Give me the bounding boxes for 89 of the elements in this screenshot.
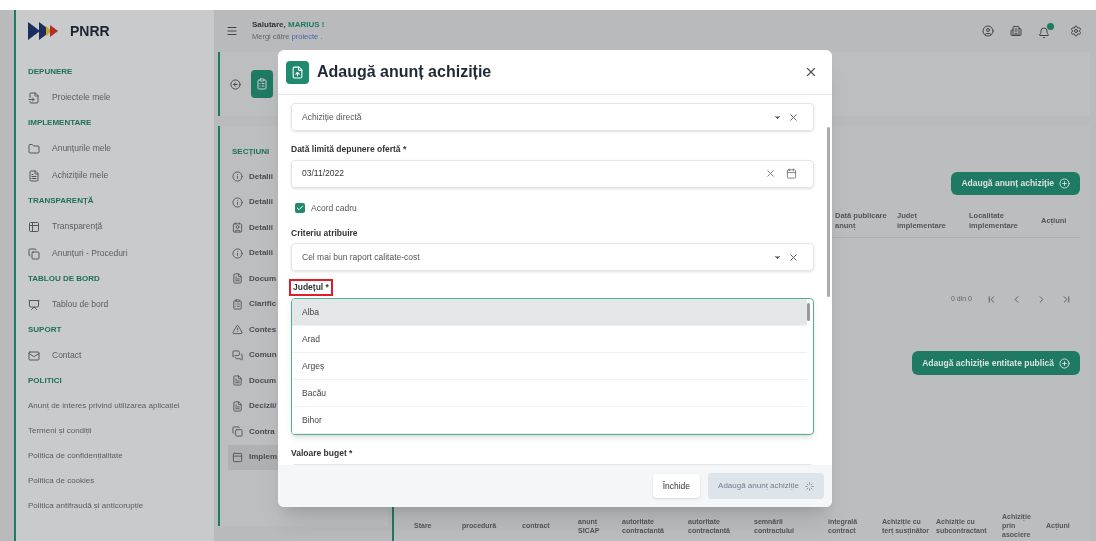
- last-page-icon[interactable]: [1061, 294, 1072, 305]
- dropdown-option[interactable]: Bacău: [292, 380, 807, 407]
- section-icon: [232, 451, 243, 463]
- sidebar-item[interactable]: Transparență: [16, 213, 214, 240]
- sidebar-item[interactable]: Achizițiile mele: [16, 162, 214, 189]
- section-item[interactable]: Contes: [228, 317, 288, 343]
- checkbox[interactable]: [295, 203, 305, 214]
- dropdown-option[interactable]: Alba: [292, 299, 807, 326]
- section-heading: SUPORT: [27, 324, 63, 336]
- sidebar-item[interactable]: Contact: [16, 342, 214, 369]
- settings-icon[interactable]: [1070, 25, 1082, 37]
- item-icon: [28, 349, 40, 362]
- menu-icon[interactable]: [226, 25, 238, 37]
- item-icon: [28, 142, 40, 155]
- dropdown-option[interactable]: Bihor: [292, 407, 807, 434]
- sidebar-item[interactable]: Proiectele mele: [16, 84, 214, 111]
- section-icon: [232, 324, 243, 336]
- section-heading: POLITICI: [27, 375, 63, 387]
- section-item[interactable]: Detalii: [228, 215, 288, 241]
- select-field[interactable]: Achiziție directă: [291, 103, 814, 131]
- section-item[interactable]: Docum: [228, 368, 288, 394]
- section-item[interactable]: Detalii: [228, 240, 288, 266]
- checkbox-label: Acord cadru: [311, 201, 357, 215]
- field-label: Criteriu atribuire: [291, 226, 358, 240]
- sections-heading: SECȚIUNI: [231, 146, 270, 158]
- section-icon: [232, 273, 243, 285]
- policy-link[interactable]: Politica de cookies: [16, 468, 214, 493]
- field-label: Valoare buget *: [291, 447, 353, 460]
- section-icon: [232, 349, 243, 361]
- dropdown-option[interactable]: Argeș: [292, 353, 807, 380]
- logo-text: PNRR: [70, 21, 110, 41]
- buildings-icon[interactable]: [1010, 25, 1022, 37]
- greeting: Salutare, MARIUS !: [252, 19, 325, 32]
- item-icon: [28, 169, 40, 182]
- close-icon[interactable]: [804, 65, 818, 79]
- policy-link[interactable]: Politica de confidențialitate: [16, 443, 214, 468]
- section-item[interactable]: Contra: [228, 419, 288, 445]
- item-icon: [28, 91, 40, 104]
- select-field[interactable]: Cel mai bun raport calitate-cost: [291, 243, 814, 272]
- item-icon: [28, 220, 40, 233]
- sidebar-item[interactable]: Anunțurile mele: [16, 135, 214, 162]
- user-icon[interactable]: [982, 25, 994, 37]
- section-icon: [232, 222, 243, 234]
- spinner-icon: [805, 481, 814, 491]
- sidebar-item[interactable]: Tablou de bord: [16, 291, 214, 318]
- section-icon: [232, 400, 243, 412]
- clipboard-icon: [251, 70, 273, 98]
- clear-icon[interactable]: [788, 251, 799, 263]
- section-heading: TABLOU DE BORD: [27, 273, 101, 285]
- section-item[interactable]: Detalii: [228, 164, 288, 190]
- modal-title: Adaugă anunț achiziție: [317, 62, 492, 82]
- dropdown-option[interactable]: Arad: [292, 326, 807, 353]
- section-item[interactable]: Decizii/: [228, 393, 288, 419]
- section-item[interactable]: Detalii: [228, 189, 288, 215]
- section-heading: DEPUNERE: [27, 66, 74, 78]
- policy-link[interactable]: Politica antifraudă și anticorupție: [16, 493, 214, 518]
- section-heading: TRANSPARENȚĂ: [27, 195, 95, 207]
- section-icon: [232, 171, 243, 183]
- clear-icon[interactable]: [765, 168, 776, 180]
- clear-icon[interactable]: [788, 111, 799, 123]
- policy-link[interactable]: Anunț de interes privind utilizarea aplicației: [16, 393, 214, 418]
- section-icon: [232, 247, 243, 259]
- scrollbar[interactable]: [827, 127, 830, 297]
- first-page-icon[interactable]: [986, 294, 997, 305]
- section-heading: IMPLEMENTARE: [27, 117, 93, 129]
- plus-icon: [1059, 178, 1070, 189]
- section-item[interactable]: Clarific: [228, 291, 288, 317]
- policy-link[interactable]: Termeni și condiții: [16, 418, 214, 443]
- field-label: Dată limită depunere ofertă *: [291, 143, 407, 156]
- section-item[interactable]: Docum: [228, 266, 288, 292]
- back-icon[interactable]: [230, 78, 241, 90]
- section-icon: [232, 196, 243, 208]
- field-label: Județul *: [291, 281, 331, 294]
- item-icon: [28, 298, 40, 311]
- section-icon: [232, 426, 243, 438]
- document-icon: [286, 60, 309, 84]
- section-icon: [232, 298, 243, 310]
- add-announcement-button[interactable]: Adaugă anunț achiziție: [951, 172, 1080, 195]
- section-icon: [232, 375, 243, 387]
- add-acquisition-button[interactable]: Adaugă achiziție entitate publică: [912, 351, 1080, 375]
- calendar-icon[interactable]: [786, 168, 797, 180]
- date-field[interactable]: 03/11/2022: [291, 159, 814, 188]
- sidebar-item[interactable]: Anunțuri - Proceduri: [16, 240, 214, 267]
- close-button[interactable]: Închide: [652, 474, 701, 498]
- scrollbar[interactable]: [807, 303, 810, 321]
- section-item[interactable]: Comun: [228, 342, 288, 368]
- notifications-icon[interactable]: [1038, 23, 1054, 39]
- item-icon: [28, 247, 40, 260]
- plus-icon: [1059, 357, 1070, 369]
